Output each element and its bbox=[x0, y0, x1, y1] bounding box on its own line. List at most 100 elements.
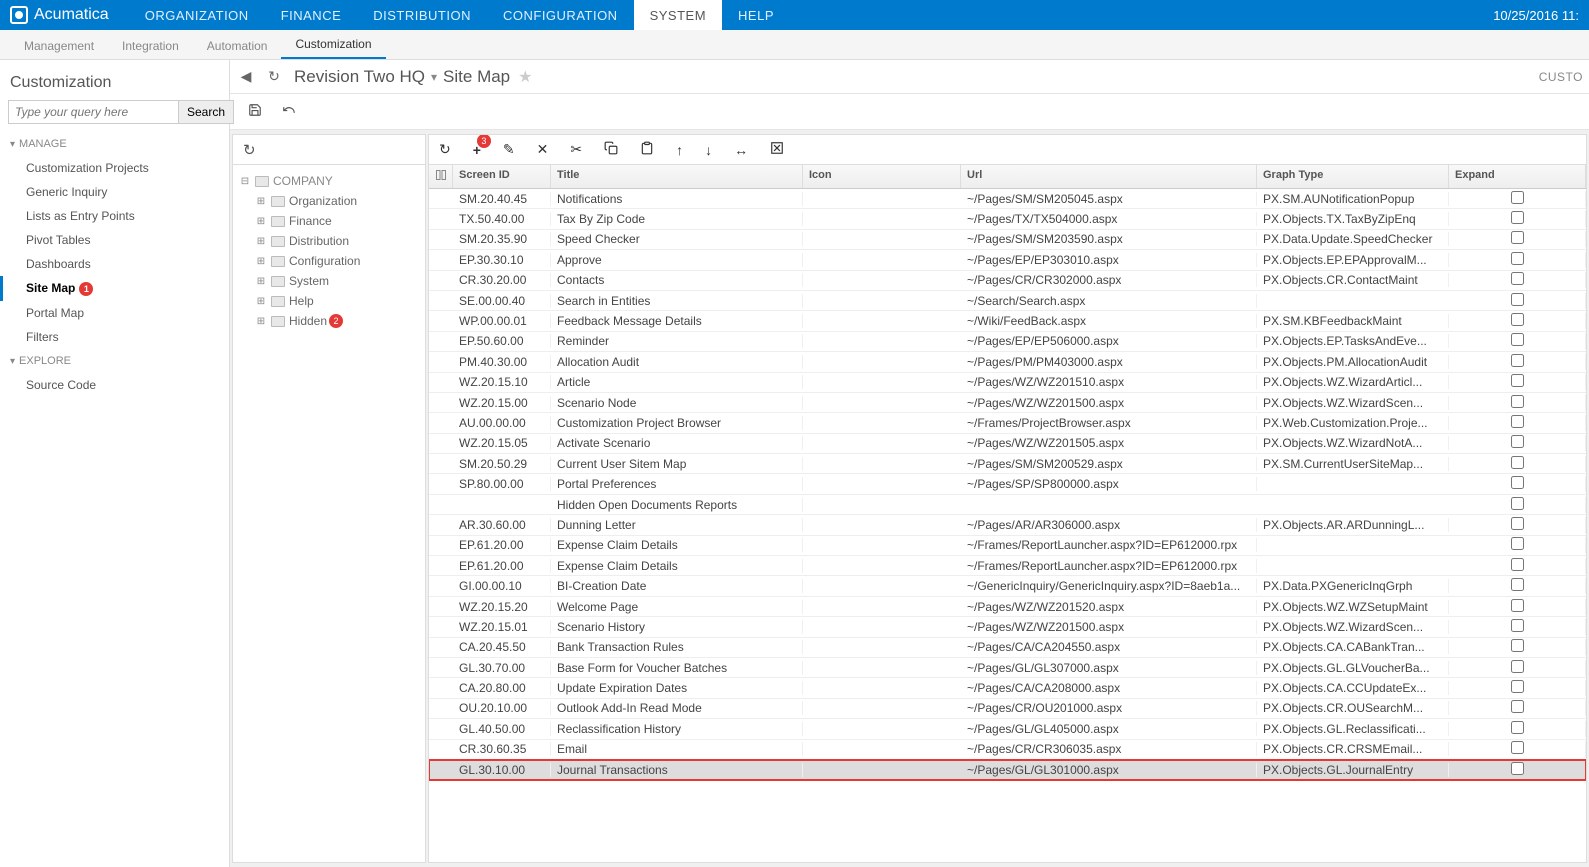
expand-checkbox[interactable] bbox=[1511, 354, 1524, 367]
expand-checkbox[interactable] bbox=[1511, 374, 1524, 387]
table-row[interactable]: AR.30.60.00Dunning Letter~/Pages/AR/AR30… bbox=[429, 515, 1586, 535]
table-row[interactable]: SM.20.35.90Speed Checker~/Pages/SM/SM203… bbox=[429, 230, 1586, 250]
expand-checkbox[interactable] bbox=[1511, 435, 1524, 448]
table-row[interactable]: SE.00.00.40Search in Entities~/Search/Se… bbox=[429, 291, 1586, 311]
expand-checkbox[interactable] bbox=[1511, 660, 1524, 673]
sub-nav-customization[interactable]: Customization bbox=[281, 31, 385, 59]
add-row-icon[interactable]: +3 bbox=[473, 142, 481, 158]
table-row[interactable]: CR.30.20.00Contacts~/Pages/CR/CR302000.a… bbox=[429, 271, 1586, 291]
expand-checkbox[interactable] bbox=[1511, 415, 1524, 428]
save-icon[interactable] bbox=[248, 103, 262, 121]
expand-checkbox[interactable] bbox=[1511, 762, 1524, 775]
nav-item-portal-map[interactable]: Portal Map bbox=[0, 301, 229, 325]
search-input[interactable] bbox=[8, 100, 179, 124]
expand-checkbox[interactable] bbox=[1511, 700, 1524, 713]
expand-checkbox[interactable] bbox=[1511, 476, 1524, 489]
expand-checkbox[interactable] bbox=[1511, 313, 1524, 326]
table-row[interactable]: GI.00.00.10BI-Creation Date~/GenericInqu… bbox=[429, 576, 1586, 596]
expand-checkbox[interactable] bbox=[1511, 395, 1524, 408]
table-row[interactable]: EP.61.20.00Expense Claim Details~/Frames… bbox=[429, 536, 1586, 556]
table-row[interactable]: WZ.20.15.05Activate Scenario~/Pages/WZ/W… bbox=[429, 434, 1586, 454]
expand-checkbox[interactable] bbox=[1511, 741, 1524, 754]
sub-nav-management[interactable]: Management bbox=[10, 33, 108, 59]
expand-checkbox[interactable] bbox=[1511, 599, 1524, 612]
collapse-left-icon[interactable]: ◀ bbox=[236, 67, 256, 87]
tree-node-finance[interactable]: ⊞Finance bbox=[237, 211, 421, 231]
expand-checkbox[interactable] bbox=[1511, 558, 1524, 571]
table-row[interactable]: PM.40.30.00Allocation Audit~/Pages/PM/PM… bbox=[429, 352, 1586, 372]
table-row[interactable]: WZ.20.15.10Article~/Pages/WZ/WZ201510.as… bbox=[429, 373, 1586, 393]
expand-checkbox[interactable] bbox=[1511, 578, 1524, 591]
expand-checkbox[interactable] bbox=[1511, 619, 1524, 632]
main-nav-distribution[interactable]: DISTRIBUTION bbox=[357, 0, 487, 30]
table-row[interactable]: EP.61.20.00Expense Claim Details~/Frames… bbox=[429, 556, 1586, 576]
table-row[interactable]: SM.20.40.45Notifications~/Pages/SM/SM205… bbox=[429, 189, 1586, 209]
expand-checkbox[interactable] bbox=[1511, 191, 1524, 204]
main-nav-finance[interactable]: FINANCE bbox=[265, 0, 358, 30]
table-row[interactable]: WZ.20.15.01Scenario History~/Pages/WZ/WZ… bbox=[429, 617, 1586, 637]
expand-checkbox[interactable] bbox=[1511, 272, 1524, 285]
main-nav-configuration[interactable]: CONFIGURATION bbox=[487, 0, 634, 30]
tree-node-help[interactable]: ⊞Help bbox=[237, 291, 421, 311]
favorite-star-icon[interactable]: ★ bbox=[518, 67, 532, 87]
copy-icon[interactable] bbox=[604, 141, 618, 158]
expand-checkbox[interactable] bbox=[1511, 497, 1524, 510]
expand-checkbox[interactable] bbox=[1511, 252, 1524, 265]
refresh-icon[interactable]: ↻ bbox=[264, 67, 284, 87]
expand-checkbox[interactable] bbox=[1511, 721, 1524, 734]
col-screen-id[interactable]: Screen ID bbox=[453, 165, 551, 188]
col-title[interactable]: Title bbox=[551, 165, 803, 188]
table-row[interactable]: WZ.20.15.20Welcome Page~/Pages/WZ/WZ2015… bbox=[429, 597, 1586, 617]
table-row[interactable]: CA.20.45.50Bank Transaction Rules~/Pages… bbox=[429, 638, 1586, 658]
table-row[interactable]: SM.20.50.29Current User Sitem Map~/Pages… bbox=[429, 454, 1586, 474]
chevron-down-icon[interactable]: ▾ bbox=[431, 70, 437, 84]
table-row[interactable]: OU.20.10.00Outlook Add-In Read Mode~/Pag… bbox=[429, 699, 1586, 719]
nav-item-customization-projects[interactable]: Customization Projects bbox=[0, 156, 229, 180]
nav-section-explore[interactable]: EXPLORE bbox=[0, 349, 229, 373]
tree-refresh-icon[interactable]: ↻ bbox=[243, 141, 256, 159]
tree-node-organization[interactable]: ⊞Organization bbox=[237, 191, 421, 211]
nav-section-manage[interactable]: MANAGE bbox=[0, 132, 229, 156]
fit-width-icon[interactable]: ↔ bbox=[734, 142, 748, 158]
table-row[interactable]: CA.20.80.00Update Expiration Dates~/Page… bbox=[429, 678, 1586, 698]
expand-checkbox[interactable] bbox=[1511, 231, 1524, 244]
expand-checkbox[interactable] bbox=[1511, 293, 1524, 306]
tree-node-system[interactable]: ⊞System bbox=[237, 271, 421, 291]
nav-item-generic-inquiry[interactable]: Generic Inquiry bbox=[0, 180, 229, 204]
tree-node-hidden[interactable]: ⊞Hidden2 bbox=[237, 311, 421, 331]
tree-root[interactable]: ⊟COMPANY bbox=[237, 171, 421, 191]
main-nav-organization[interactable]: ORGANIZATION bbox=[129, 0, 265, 30]
undo-icon[interactable] bbox=[282, 103, 296, 121]
main-nav-system[interactable]: SYSTEM bbox=[634, 0, 722, 30]
expand-checkbox[interactable] bbox=[1511, 680, 1524, 693]
table-row[interactable]: AU.00.00.00Customization Project Browser… bbox=[429, 413, 1586, 433]
table-row[interactable]: WP.00.00.01Feedback Message Details~/Wik… bbox=[429, 311, 1586, 331]
expand-checkbox[interactable] bbox=[1511, 537, 1524, 550]
breadcrumb-company[interactable]: Revision Two HQ bbox=[294, 67, 425, 87]
col-graph-type[interactable]: Graph Type bbox=[1257, 165, 1449, 188]
expand-checkbox[interactable] bbox=[1511, 211, 1524, 224]
table-row[interactable]: SP.80.00.00Portal Preferences~/Pages/SP/… bbox=[429, 474, 1586, 494]
paste-icon[interactable] bbox=[640, 141, 654, 158]
move-down-icon[interactable]: ↓ bbox=[705, 142, 712, 158]
table-row[interactable]: 4GL.30.10.00Journal Transactions~/Pages/… bbox=[429, 760, 1586, 780]
table-row[interactable]: GL.40.50.00Reclassification History~/Pag… bbox=[429, 719, 1586, 739]
table-row[interactable]: EP.30.30.10Approve~/Pages/EP/EP303010.as… bbox=[429, 250, 1586, 270]
sub-nav-integration[interactable]: Integration bbox=[108, 33, 193, 59]
search-button[interactable]: Search bbox=[179, 100, 234, 124]
expand-checkbox[interactable] bbox=[1511, 456, 1524, 469]
table-row[interactable]: EP.50.60.00Reminder~/Pages/EP/EP506000.a… bbox=[429, 332, 1586, 352]
column-selector[interactable] bbox=[429, 165, 453, 188]
expand-checkbox[interactable] bbox=[1511, 639, 1524, 652]
cut-icon[interactable]: ✂ bbox=[570, 141, 582, 158]
export-icon[interactable] bbox=[770, 141, 784, 158]
main-nav-help[interactable]: HELP bbox=[722, 0, 790, 30]
nav-item-source-code[interactable]: Source Code bbox=[0, 373, 229, 397]
table-row[interactable]: TX.50.40.00Tax By Zip Code~/Pages/TX/TX5… bbox=[429, 209, 1586, 229]
nav-item-pivot-tables[interactable]: Pivot Tables bbox=[0, 228, 229, 252]
nav-item-dashboards[interactable]: Dashboards bbox=[0, 252, 229, 276]
sub-nav-automation[interactable]: Automation bbox=[193, 33, 282, 59]
expand-checkbox[interactable] bbox=[1511, 517, 1524, 530]
tree-node-distribution[interactable]: ⊞Distribution bbox=[237, 231, 421, 251]
nav-item-lists-as-entry-points[interactable]: Lists as Entry Points bbox=[0, 204, 229, 228]
